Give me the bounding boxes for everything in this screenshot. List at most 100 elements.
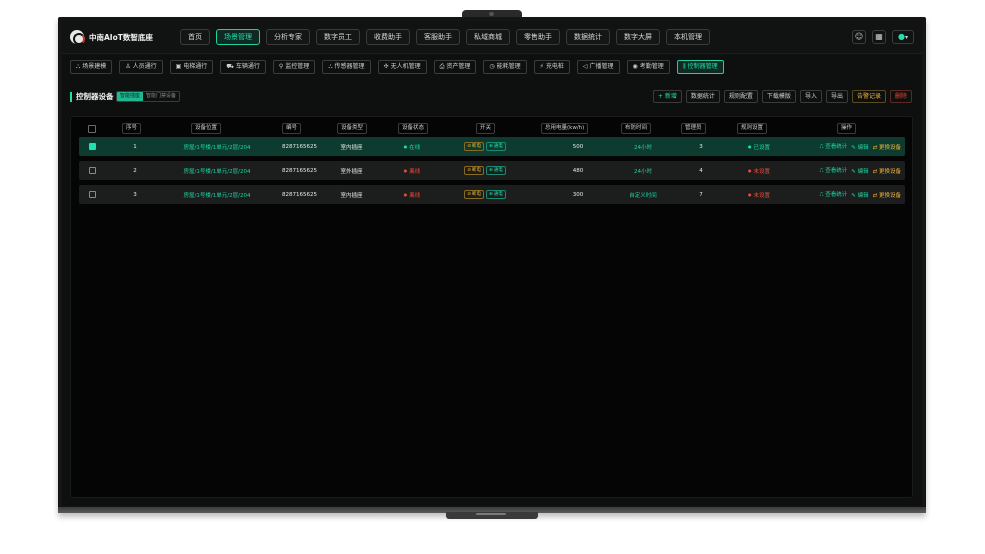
edit-link[interactable]: ✎ 编辑 [851, 167, 868, 175]
topnav-item[interactable]: 客服助手 [416, 29, 460, 45]
elevator-icon: ▣ [175, 63, 182, 70]
download-template-button[interactable]: 下载模版 [761, 90, 796, 103]
car-icon: ⛟ [226, 63, 234, 70]
subnav-item[interactable]: ▣ 电梯通行 [169, 60, 214, 74]
edit-link[interactable]: ✎ 编辑 [851, 143, 868, 151]
cell-manager: 4 [699, 167, 703, 174]
subnav-item-label: 车辆通行 [235, 63, 260, 70]
subnav-item[interactable]: ⎙ 资产管理 [433, 60, 477, 74]
topnav-item[interactable]: 数字员工 [316, 29, 360, 45]
subnav-item-label: 广播管理 [589, 63, 614, 70]
top-right-tools: ☺ ▦ ●▾ [852, 30, 914, 44]
view-stats-label: 查看统计 [825, 144, 848, 150]
add-button[interactable]: + 新增 [652, 90, 682, 103]
subnav-item[interactable]: ◉ 考勤管理 [626, 60, 670, 74]
alarm-records-button[interactable]: 告警记录 [851, 90, 886, 103]
row-checkbox[interactable] [88, 191, 96, 198]
replace-device-link[interactable]: ⇄ 更换设备 [873, 191, 901, 199]
topnav-item[interactable]: 场景管理 [216, 29, 260, 45]
cell-schedule: 自定义时间 [629, 192, 657, 199]
header-type: 设备类型 [337, 123, 368, 134]
robot-icon[interactable]: ☺ [852, 30, 866, 44]
cell-switch: ⊘断电 ⊕通电 [457, 185, 513, 204]
cell-type: 室内插座 [340, 144, 363, 151]
cube-icon[interactable]: ▦ [872, 30, 886, 44]
power-on-button[interactable]: ⊕通电 [486, 190, 506, 199]
subnav-item[interactable]: ⛟ 车辆通行 [220, 60, 266, 74]
subnav-item[interactable]: ✣ 无人机管理 [377, 60, 427, 74]
sub-nav: ⛬ 场景建模 ♙ 人员通行 ▣ 电梯通行 ⛟ 车辆通行 ⚲ 监控管理 ⛬ 传感器管理 ✣ 无人机管理 ⎙ 资产… [62, 57, 922, 77]
subnav-item[interactable]: ⚡ 充电桩 [533, 60, 570, 74]
edit-link[interactable]: ✎ 编辑 [851, 191, 868, 199]
topnav-item[interactable]: 数据统计 [566, 29, 610, 45]
export-button[interactable]: 导出 [825, 90, 848, 103]
subnav-item-label: 传感器管理 [334, 63, 365, 70]
cell-ops: ⎍ 查看统计 ✎ 编辑 ⇄ 更换设备 [803, 137, 903, 156]
cell-rule: 已设置 [739, 137, 779, 156]
subnav-item[interactable]: ⫼ 控制器管理 [676, 60, 724, 74]
row-select-cell [87, 185, 97, 204]
attendance-icon: ◉ [632, 63, 638, 70]
power-off-button[interactable]: ⊘断电 [464, 190, 484, 199]
delete-button[interactable]: 删除 [889, 90, 912, 103]
subnav-item[interactable]: ⛬ 场景建模 [70, 60, 113, 74]
cell-manager: 7 [699, 191, 703, 198]
cell-code: 8287165625 [282, 191, 317, 198]
table-row[interactable]: 1房屋/1号楼/1单元/2层/2048287165625室内插座在线⊘断电⊕通电… [79, 137, 905, 156]
user-menu[interactable]: ●▾ [892, 30, 914, 44]
cell-manager: 3 [699, 143, 703, 150]
topnav-item[interactable]: 收费助手 [366, 29, 410, 45]
select-all-checkbox[interactable] [88, 125, 96, 133]
power-on-button[interactable]: ⊕通电 [486, 142, 506, 151]
header-location: 设备位置 [191, 123, 222, 134]
replace-device-link[interactable]: ⇄ 更换设备 [873, 143, 901, 151]
rules-button[interactable]: 规则配置 [723, 90, 758, 103]
topnav-item[interactable]: 私域商城 [466, 29, 510, 45]
header-manager: 管理员 [681, 123, 706, 134]
subnav-item[interactable]: ♙ 人员通行 [119, 60, 163, 74]
cell-status: 在线 [397, 137, 427, 156]
topnav-item[interactable]: 零售助手 [516, 29, 560, 45]
stats-button[interactable]: 数据统计 [685, 90, 720, 103]
topnav-item[interactable]: 首页 [180, 29, 210, 45]
power-on-button[interactable]: ⊕通电 [486, 166, 506, 175]
view-stats-link[interactable]: ⎍ 查看统计 [820, 142, 848, 151]
tv-stand-highlight [476, 513, 506, 515]
topnav-item[interactable]: 分析专家 [266, 29, 310, 45]
tab-smart-socket[interactable]: 智能插座 [117, 92, 144, 101]
subnav-item-label: 电梯通行 [183, 63, 208, 70]
section-header: 控制器设备 智能插座 智能门禁设备 + 新增 数据统计 规则配置 下载模版 导入… [62, 89, 922, 107]
subnav-item-label: 无人机管理 [390, 63, 421, 70]
top-bar: 中南AIoT数智底座 首页 场景管理 分析专家 数字员工 收费助手 客服助手 私域商城 零售助… [62, 21, 922, 54]
cell-status: 离线 [397, 185, 427, 204]
subnav-item[interactable]: ◷ 能耗管理 [483, 60, 527, 74]
topnav-item[interactable]: 本机管理 [666, 29, 710, 45]
table-row[interactable]: 2房屋/1号楼/1单元/2层/2048287165625室外插座离线⊘断电⊕通电… [79, 161, 905, 180]
cell-index: 3 [133, 191, 137, 198]
subnav-item[interactable]: ⚲ 监控管理 [272, 60, 316, 74]
cell-code: 8287165625 [282, 143, 317, 150]
power-on-icon: ⊕ [489, 168, 493, 173]
subnav-item-label: 人员通行 [132, 63, 157, 70]
power-off-label: 断电 [472, 192, 481, 197]
table-row[interactable]: 3房屋/1号楼/1单元/2层/2048287165625室内插座离线⊘断电⊕通电… [79, 185, 905, 204]
power-off-label: 断电 [472, 168, 481, 173]
row-checkbox[interactable] [88, 167, 96, 174]
subnav-item-label: 监控管理 [285, 63, 310, 70]
view-stats-link[interactable]: ⎍ 查看统计 [820, 190, 848, 199]
replace-device-link[interactable]: ⇄ 更换设备 [873, 167, 901, 175]
edit-label: 编辑 [857, 192, 869, 199]
cell-location: 房屋/1号楼/1单元/2层/204 [183, 192, 251, 199]
subnav-item[interactable]: ◁ 广播管理 [576, 60, 620, 74]
cell-status: 离线 [397, 161, 427, 180]
view-stats-link[interactable]: ⎍ 查看统计 [820, 166, 848, 175]
row-checkbox[interactable] [88, 143, 96, 150]
import-button[interactable]: 导入 [799, 90, 822, 103]
topnav-item[interactable]: 数字大屏 [616, 29, 660, 45]
tv-stand [446, 512, 538, 519]
power-off-button[interactable]: ⊘断电 [464, 166, 484, 175]
subnav-item[interactable]: ⛬ 传感器管理 [322, 60, 371, 74]
power-off-button[interactable]: ⊘断电 [464, 142, 484, 151]
tab-smart-door[interactable]: 智能门禁设备 [143, 92, 179, 101]
brand-logo[interactable]: 中南AIoT数智底座 [70, 30, 170, 45]
